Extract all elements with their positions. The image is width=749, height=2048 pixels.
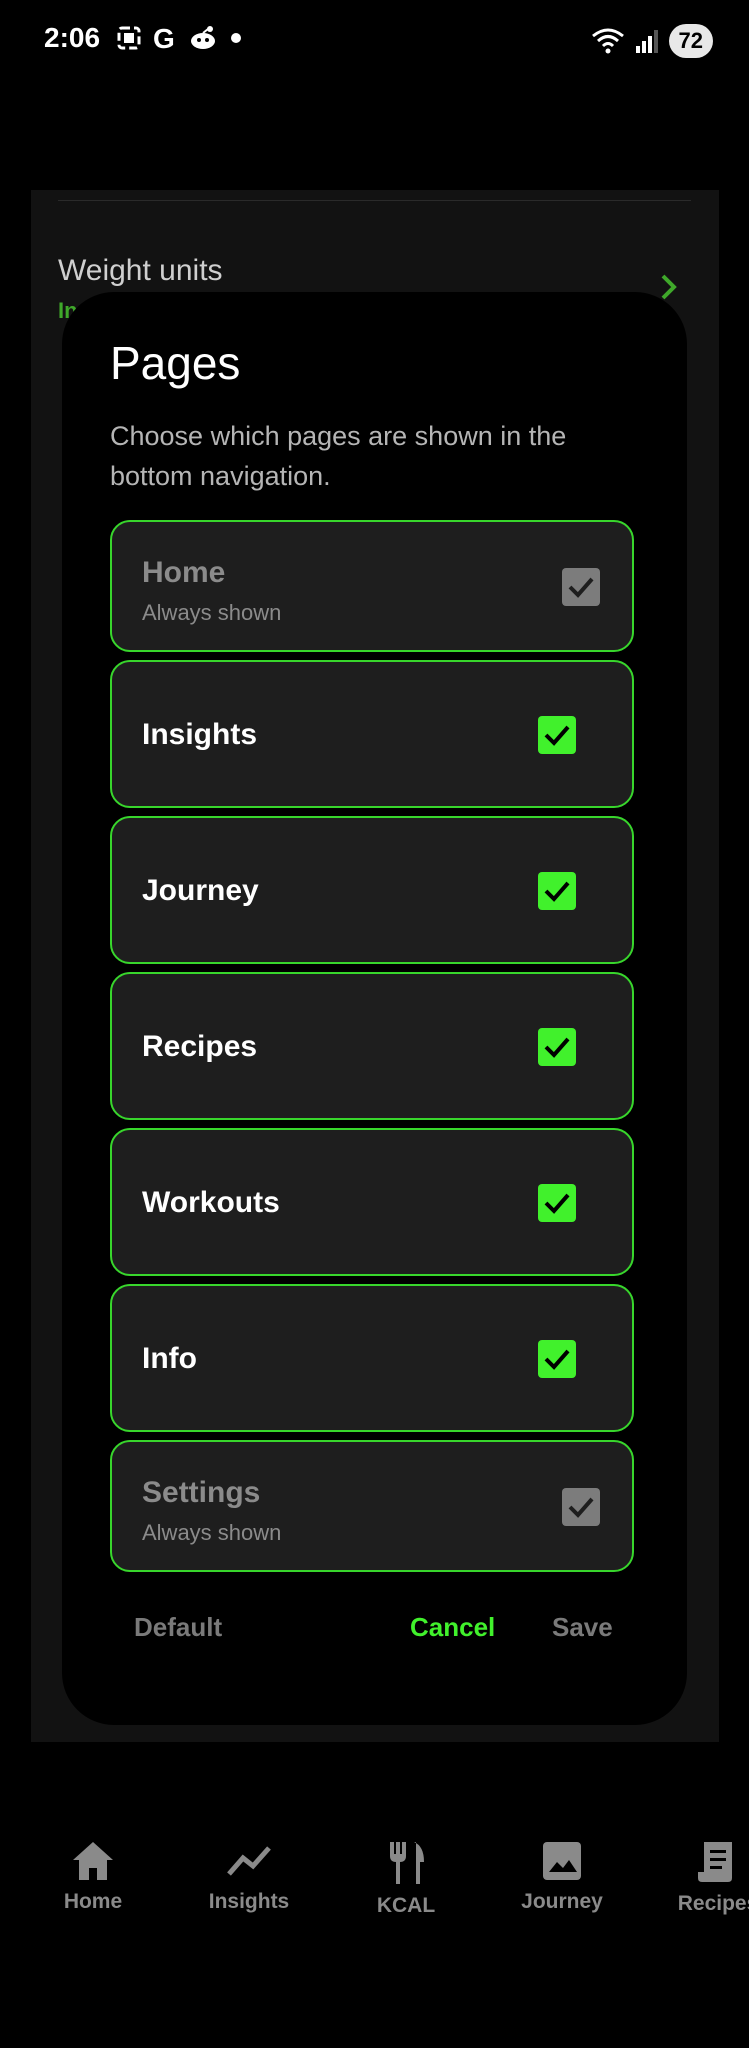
nav-item-recipes[interactable]: Recipes: [643, 1840, 749, 1916]
option-label: Workouts: [142, 1186, 280, 1219]
page-option-settings: Settings Always shown: [110, 1440, 634, 1572]
option-label: Insights: [142, 718, 258, 751]
status-notification-icons: G: [116, 24, 244, 52]
page-option-workouts[interactable]: Workouts: [110, 1128, 634, 1276]
home-icon: [73, 1842, 113, 1880]
nav-label: Home: [63, 1890, 123, 1913]
status-bar: 2:06 G 72: [0, 0, 749, 80]
notification-dot-icon: [231, 33, 241, 43]
nav-item-journey[interactable]: Journey: [487, 1840, 637, 1914]
svg-text:G: G: [153, 24, 175, 52]
checkmark-icon: [568, 577, 594, 598]
option-label: Home: [142, 556, 226, 589]
checkbox-settings: [562, 1488, 600, 1526]
battery-badge: 72: [668, 24, 713, 58]
fork-knife-icon: [390, 1842, 424, 1884]
nav-item-home[interactable]: Home: [18, 1840, 168, 1914]
option-label: Journey: [142, 874, 259, 907]
pages-dialog: Pages Choose which pages are shown in th…: [62, 292, 687, 1725]
checkmark-icon: [544, 1037, 570, 1058]
nav-label: KCAL: [376, 1894, 436, 1917]
nav-item-kcal[interactable]: KCAL: [331, 1840, 481, 1918]
nav-item-insights[interactable]: Insights: [174, 1840, 324, 1914]
default-button[interactable]: Default: [134, 1612, 222, 1643]
checkbox-home: [562, 568, 600, 606]
checkmark-icon: [544, 725, 570, 746]
option-hint: Always shown: [142, 600, 282, 625]
option-hint: Always shown: [142, 1520, 282, 1545]
screenshot-icon: [117, 26, 141, 50]
checkmark-icon: [544, 1349, 570, 1370]
checkmark-icon: [568, 1497, 594, 1518]
weight-units-title[interactable]: Weight units: [58, 254, 223, 288]
status-system-icons: 72: [591, 24, 713, 58]
option-label: Info: [142, 1342, 197, 1375]
page-option-home: Home Always shown: [110, 520, 634, 652]
receipt-icon: [698, 1842, 732, 1882]
trend-icon: [227, 1846, 271, 1876]
chevron-right-icon[interactable]: [659, 272, 679, 302]
dialog-description: Choose which pages are shown in the bott…: [110, 421, 567, 491]
cancel-button[interactable]: Cancel: [410, 1612, 495, 1643]
image-icon: [543, 1842, 581, 1880]
checkbox-recipes[interactable]: [538, 1028, 576, 1066]
status-time: 2:06: [44, 22, 101, 53]
nav-label: Insights: [208, 1890, 290, 1913]
page-option-insights[interactable]: Insights: [110, 660, 634, 808]
wifi-icon: [591, 28, 624, 54]
dialog-title: Pages: [110, 337, 241, 389]
save-button[interactable]: Save: [552, 1612, 613, 1643]
page-option-info[interactable]: Info: [110, 1284, 634, 1432]
page-option-recipes[interactable]: Recipes: [110, 972, 634, 1120]
checkbox-journey[interactable]: [538, 872, 576, 910]
signal-icon: [635, 30, 658, 53]
reddit-icon: [191, 26, 215, 49]
bottom-navigation: Home Insights KCAL Journey Recipes: [0, 1840, 749, 1960]
nav-label: Journey: [521, 1890, 603, 1913]
option-label: Recipes: [142, 1030, 258, 1063]
page-option-journey[interactable]: Journey: [110, 816, 634, 964]
nav-label: Recipes: [677, 1892, 749, 1915]
option-label: Settings: [142, 1476, 261, 1509]
divider: [58, 200, 691, 201]
checkbox-insights[interactable]: [538, 716, 576, 754]
dialog-actions: Default Cancel Save: [62, 1612, 687, 1652]
checkmark-icon: [544, 881, 570, 902]
google-icon: G: [153, 24, 175, 52]
checkmark-icon: [544, 1193, 570, 1214]
checkbox-workouts[interactable]: [538, 1184, 576, 1222]
checkbox-info[interactable]: [538, 1340, 576, 1378]
